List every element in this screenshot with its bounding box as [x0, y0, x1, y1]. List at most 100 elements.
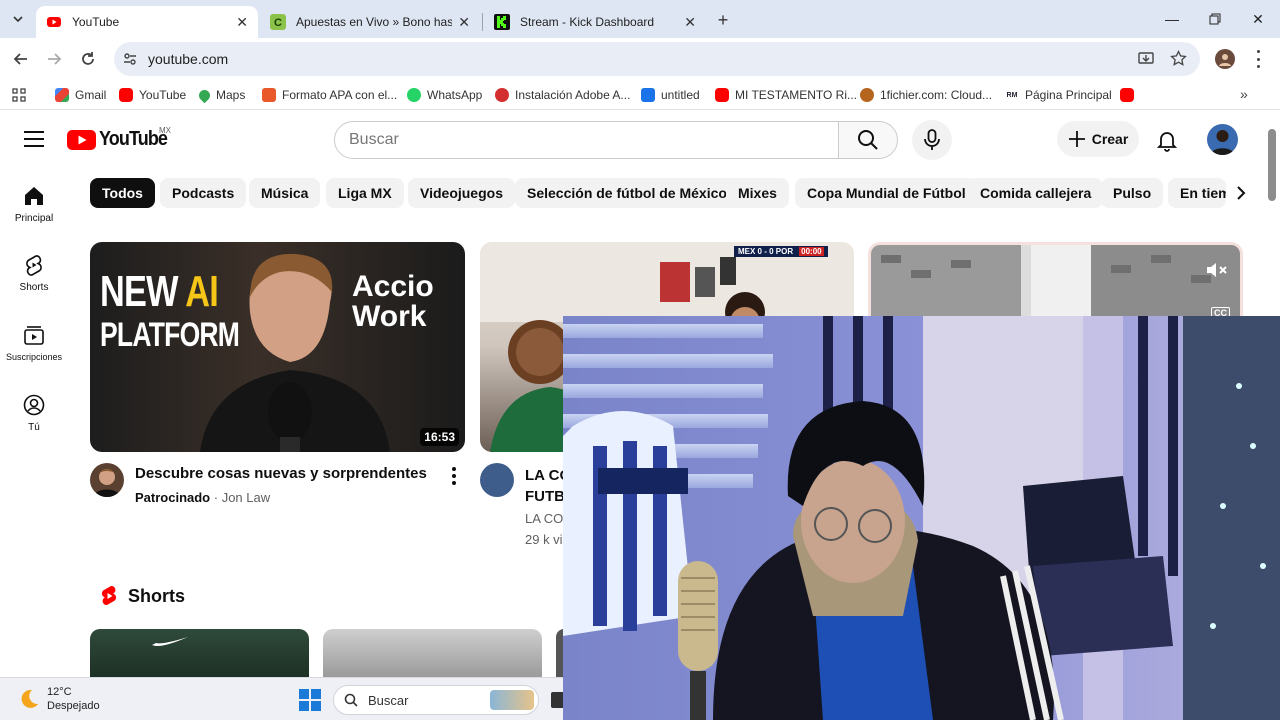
- tab-apuestas[interactable]: C Apuestas en Vivo » Bono hasta ✕: [260, 6, 480, 38]
- video-meta-2: LA CO 29 k vi: [525, 508, 563, 550]
- bookmark-youtube[interactable]: YouTube: [119, 86, 186, 104]
- chip-mixes[interactable]: Mixes: [726, 178, 789, 208]
- profile-avatar[interactable]: [1215, 49, 1235, 69]
- nav-suscripciones[interactable]: Suscripciones: [0, 324, 68, 362]
- moon-icon: [21, 689, 38, 708]
- channel-name[interactable]: Jon Law: [222, 490, 270, 505]
- reload-button[interactable]: [76, 47, 100, 71]
- adobe-icon: [495, 88, 509, 102]
- browser-menu-button[interactable]: [1252, 50, 1264, 68]
- nav-shorts[interactable]: Shorts: [0, 254, 68, 293]
- bookmark-youtube-2[interactable]: [1120, 86, 1140, 104]
- mute-button[interactable]: [1204, 257, 1230, 283]
- channel-avatar-1[interactable]: [90, 463, 124, 497]
- chip-videojuegos[interactable]: Videojuegos: [408, 178, 515, 208]
- chevron-down-icon: [13, 16, 23, 23]
- chip-comida-callejera[interactable]: Comida callejera: [968, 178, 1104, 208]
- close-window-button[interactable]: ✕: [1246, 8, 1270, 30]
- weather-widget[interactable]: 12°C Despejado: [18, 685, 100, 713]
- thumb-word-platform: PLATFORM: [100, 316, 240, 354]
- bookmark-maps[interactable]: Maps: [196, 86, 246, 104]
- bookmarks-bar: Gmail YouTube Maps Formato APA con el...…: [0, 80, 1280, 110]
- chip-seleccion-mexico[interactable]: Selección de fútbol de México: [515, 178, 739, 208]
- bookmark-whatsapp[interactable]: WhatsApp: [407, 86, 482, 104]
- search-placeholder: Buscar: [349, 131, 399, 148]
- scoreboard-time: 00:00: [799, 247, 824, 256]
- create-button[interactable]: Crear: [1057, 121, 1139, 157]
- bookmark-1fichier[interactable]: 1fichier.com: Cloud...: [860, 86, 992, 104]
- menu-button[interactable]: [24, 131, 44, 147]
- short-thumbnail-2[interactable]: [323, 629, 542, 677]
- more-bookmarks-button[interactable]: »: [1240, 86, 1248, 102]
- video-title-1[interactable]: Descubre cosas nuevas y sorprendentes: [135, 465, 427, 482]
- start-button[interactable]: [299, 689, 321, 711]
- person-icon: [93, 469, 121, 497]
- bookmark-pagina-principal[interactable]: RM Página Principal: [1005, 86, 1112, 104]
- site-settings-icon[interactable]: [122, 51, 138, 67]
- notifications-button[interactable]: [1157, 130, 1177, 152]
- chip-copa-mundial[interactable]: Copa Mundial de Fútbol: [795, 178, 978, 208]
- logo-text: YouTube: [99, 128, 168, 150]
- close-tab-icon[interactable]: ✕: [458, 14, 470, 31]
- maps-pin-icon: [196, 87, 213, 103]
- webcam-scene: [563, 316, 1280, 720]
- url-text: youtube.com: [148, 51, 229, 67]
- tab-divider: [482, 13, 483, 31]
- install-app-icon[interactable]: [1138, 51, 1156, 67]
- shorts-title: Shorts: [128, 585, 186, 606]
- bookmark-label: untitled: [661, 88, 700, 102]
- page-scrollbar[interactable]: [1268, 129, 1276, 201]
- tab-kick[interactable]: Stream - Kick Dashboard ✕: [484, 6, 706, 38]
- bookmark-label: 1fichier.com: Cloud...: [880, 88, 993, 102]
- bookmark-label: Formato APA con el...: [282, 88, 398, 102]
- bookmark-adobe[interactable]: Instalación Adobe A...: [495, 86, 630, 104]
- youtube-icon: [119, 88, 133, 102]
- search-input[interactable]: Buscar: [334, 121, 839, 159]
- bookmark-label: WhatsApp: [427, 88, 483, 102]
- nav-principal[interactable]: Principal: [0, 185, 68, 224]
- bookmark-label: Instalación Adobe A...: [515, 88, 631, 102]
- bookmark-apa[interactable]: Formato APA con el...: [262, 86, 397, 104]
- video-thumbnail-1[interactable]: NEW AI PLATFORM Accio Work 16:53: [90, 242, 465, 452]
- rm-icon: RM: [1005, 88, 1019, 102]
- minimize-button[interactable]: —: [1160, 8, 1184, 30]
- apps-grid-icon[interactable]: [12, 88, 26, 102]
- bookmark-testamento[interactable]: MI TESTAMENTO Ri...: [715, 86, 857, 104]
- forward-button[interactable]: [42, 47, 66, 71]
- taskbar-app-icon[interactable]: [551, 692, 563, 708]
- tab-search-button[interactable]: [8, 9, 28, 29]
- account-avatar[interactable]: [1207, 124, 1238, 155]
- bookmark-label: Maps: [216, 88, 246, 102]
- close-tab-icon[interactable]: ✕: [236, 14, 248, 31]
- nike-swoosh-icon: [152, 637, 188, 646]
- chips-next-button[interactable]: [1226, 178, 1256, 208]
- voice-search-button[interactable]: [912, 120, 952, 160]
- chip-liga-mx[interactable]: Liga MX: [326, 178, 404, 208]
- back-button[interactable]: [9, 47, 33, 71]
- taskbar-search[interactable]: Buscar: [333, 685, 539, 715]
- nav-tu[interactable]: Tú: [0, 394, 68, 433]
- search-button[interactable]: [838, 121, 898, 159]
- subscriptions-icon: [24, 326, 44, 345]
- chip-en-tiempo[interactable]: En tiem: [1168, 178, 1226, 208]
- restore-button[interactable]: [1203, 8, 1227, 30]
- bookmark-gmail[interactable]: Gmail: [55, 86, 106, 104]
- chip-podcasts[interactable]: Podcasts: [160, 178, 247, 208]
- close-tab-icon[interactable]: ✕: [684, 14, 696, 31]
- tab-title: Stream - Kick Dashboard: [520, 15, 655, 29]
- chip-musica[interactable]: Música: [249, 178, 321, 208]
- thumb-word-ai: AI: [185, 267, 219, 316]
- chevron-right-icon: [1237, 186, 1246, 200]
- new-tab-button[interactable]: +: [712, 9, 734, 31]
- youtube-icon: [1120, 88, 1134, 102]
- bookmark-star-icon[interactable]: [1170, 50, 1187, 67]
- bookmark-untitled[interactable]: untitled: [641, 86, 700, 104]
- address-bar[interactable]: youtube.com: [114, 42, 1200, 76]
- chip-pulso[interactable]: Pulso: [1101, 178, 1164, 208]
- short-thumbnail-1[interactable]: [90, 629, 309, 677]
- search-highlight-image: [490, 690, 534, 710]
- video-options-button[interactable]: [450, 467, 458, 485]
- chip-todos[interactable]: Todos: [90, 178, 155, 208]
- tab-youtube[interactable]: YouTube ✕: [36, 6, 258, 38]
- channel-avatar-2[interactable]: [480, 463, 514, 497]
